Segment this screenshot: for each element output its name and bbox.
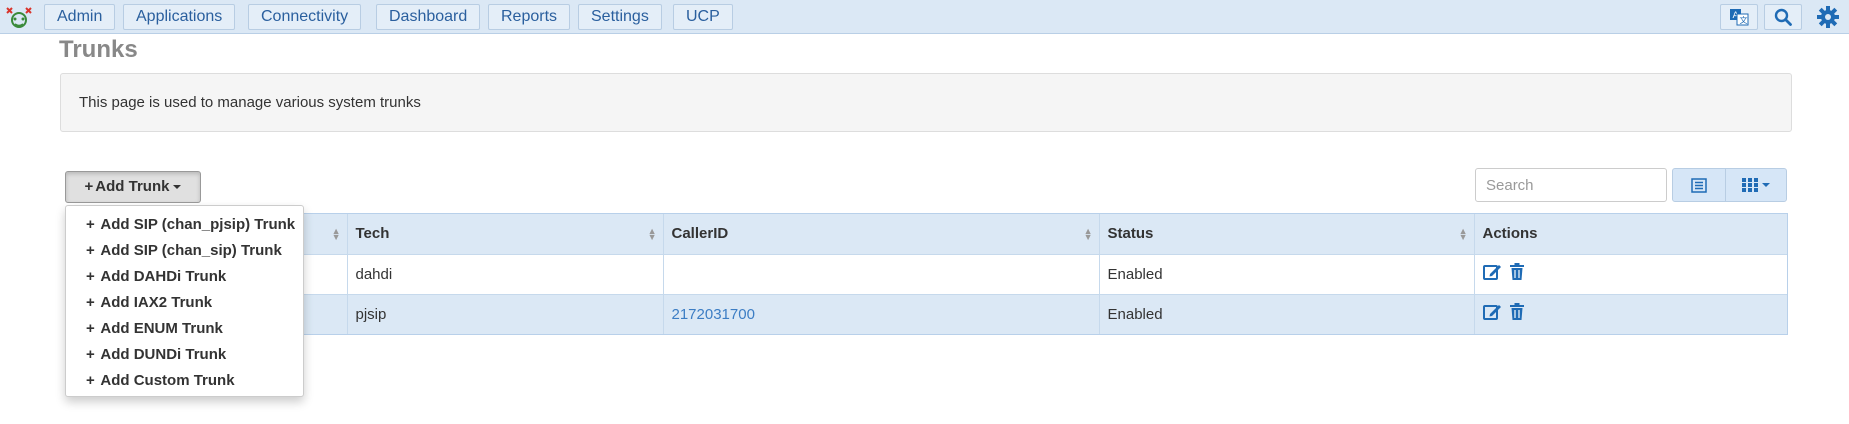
menu-item-add-iax2[interactable]: + Add IAX2 Trunk bbox=[66, 290, 303, 316]
list-icon bbox=[1691, 177, 1707, 193]
sort-icon: ▲ ▼ bbox=[331, 226, 341, 242]
add-trunk-label: Add Trunk bbox=[95, 178, 170, 195]
grid-icon bbox=[1742, 178, 1758, 192]
column-header-tech[interactable]: Tech ▲ ▼ bbox=[347, 214, 664, 254]
edit-icon[interactable] bbox=[1482, 303, 1503, 321]
menu-item-add-custom[interactable]: + Add Custom Trunk bbox=[66, 368, 303, 394]
caret-down-icon bbox=[173, 185, 182, 190]
callerid-link[interactable]: 2172031700 bbox=[672, 306, 755, 323]
info-panel: This page is used to manage various syst… bbox=[60, 73, 1792, 132]
menu-item-add-sip-chan-sip[interactable]: + Add SIP (chan_sip) Trunk bbox=[66, 238, 303, 264]
menu-item-add-dahdi[interactable]: + Add DAHDi Trunk bbox=[66, 264, 303, 290]
table-row: pjsip 2172031700 Enabled bbox=[66, 293, 1787, 334]
plus-icon: + bbox=[84, 178, 94, 195]
sort-icon: ▲ ▼ bbox=[647, 226, 657, 242]
nav-reports[interactable]: Reports bbox=[488, 4, 571, 30]
menu-item-add-enum[interactable]: + Add ENUM Trunk bbox=[66, 316, 303, 342]
nav-applications[interactable]: Applications bbox=[123, 4, 236, 30]
cell-actions bbox=[1474, 253, 1787, 294]
cell-tech: dahdi bbox=[347, 253, 664, 294]
trash-icon[interactable] bbox=[1509, 303, 1525, 321]
edit-icon[interactable] bbox=[1482, 263, 1503, 281]
cell-status: Enabled bbox=[1099, 293, 1475, 334]
table-header-row: ▲ ▼ Tech ▲ ▼ CallerID ▲ ▼ Status ▲ ▼ Actions bbox=[66, 214, 1787, 254]
nav-dashboard[interactable]: Dashboard bbox=[376, 4, 481, 30]
cell-callerid bbox=[663, 253, 1100, 294]
sort-icon: ▲ ▼ bbox=[1458, 226, 1468, 242]
svg-text:文: 文 bbox=[1740, 15, 1748, 25]
nav-admin[interactable]: Admin bbox=[44, 4, 116, 30]
column-header-actions: Actions bbox=[1474, 214, 1787, 254]
logo[interactable] bbox=[4, 4, 34, 30]
info-text: This page is used to manage various syst… bbox=[79, 94, 421, 111]
plus-icon: + bbox=[86, 216, 95, 233]
add-trunk-menu: + Add SIP (chan_pjsip) Trunk + Add SIP (… bbox=[65, 205, 304, 397]
column-header-callerid[interactable]: CallerID ▲ ▼ bbox=[663, 214, 1100, 254]
columns-button[interactable] bbox=[1725, 168, 1787, 202]
plus-icon: + bbox=[86, 320, 95, 337]
plus-icon: + bbox=[86, 242, 95, 259]
plus-icon: + bbox=[86, 268, 95, 285]
nav-ucp[interactable]: UCP bbox=[673, 4, 733, 30]
column-header-status[interactable]: Status ▲ ▼ bbox=[1099, 214, 1475, 254]
cell-callerid: 2172031700 bbox=[663, 293, 1100, 334]
list-view-button[interactable] bbox=[1672, 168, 1726, 202]
add-trunk-button[interactable]: + Add Trunk bbox=[65, 171, 201, 203]
trash-icon[interactable] bbox=[1509, 263, 1525, 281]
nav-settings[interactable]: Settings bbox=[578, 4, 662, 30]
cell-tech: pjsip bbox=[347, 293, 664, 334]
menu-item-add-sip-pjsip[interactable]: + Add SIP (chan_pjsip) Trunk bbox=[66, 212, 303, 238]
page-title: Trunks bbox=[59, 36, 138, 63]
chevron-down-icon bbox=[1762, 183, 1770, 187]
search-input[interactable] bbox=[1475, 168, 1667, 202]
plus-icon: + bbox=[86, 346, 95, 363]
cell-actions bbox=[1474, 293, 1787, 334]
nav-connectivity[interactable]: Connectivity bbox=[248, 4, 362, 30]
search-icon[interactable] bbox=[1764, 4, 1802, 30]
trunks-table: ▲ ▼ Tech ▲ ▼ CallerID ▲ ▼ Status ▲ ▼ Actions da… bbox=[65, 213, 1788, 335]
plus-icon: + bbox=[86, 372, 95, 389]
plus-icon: + bbox=[86, 294, 95, 311]
top-navbar: Admin Applications Connectivity Dashboar… bbox=[0, 0, 1849, 34]
table-row: dahdi Enabled bbox=[66, 253, 1787, 294]
gear-icon[interactable] bbox=[1815, 5, 1841, 29]
cell-status: Enabled bbox=[1099, 253, 1475, 294]
menu-item-add-dundi[interactable]: + Add DUNDi Trunk bbox=[66, 342, 303, 368]
translate-icon[interactable]: A 文 bbox=[1720, 4, 1758, 30]
sort-icon: ▲ ▼ bbox=[1083, 226, 1093, 242]
